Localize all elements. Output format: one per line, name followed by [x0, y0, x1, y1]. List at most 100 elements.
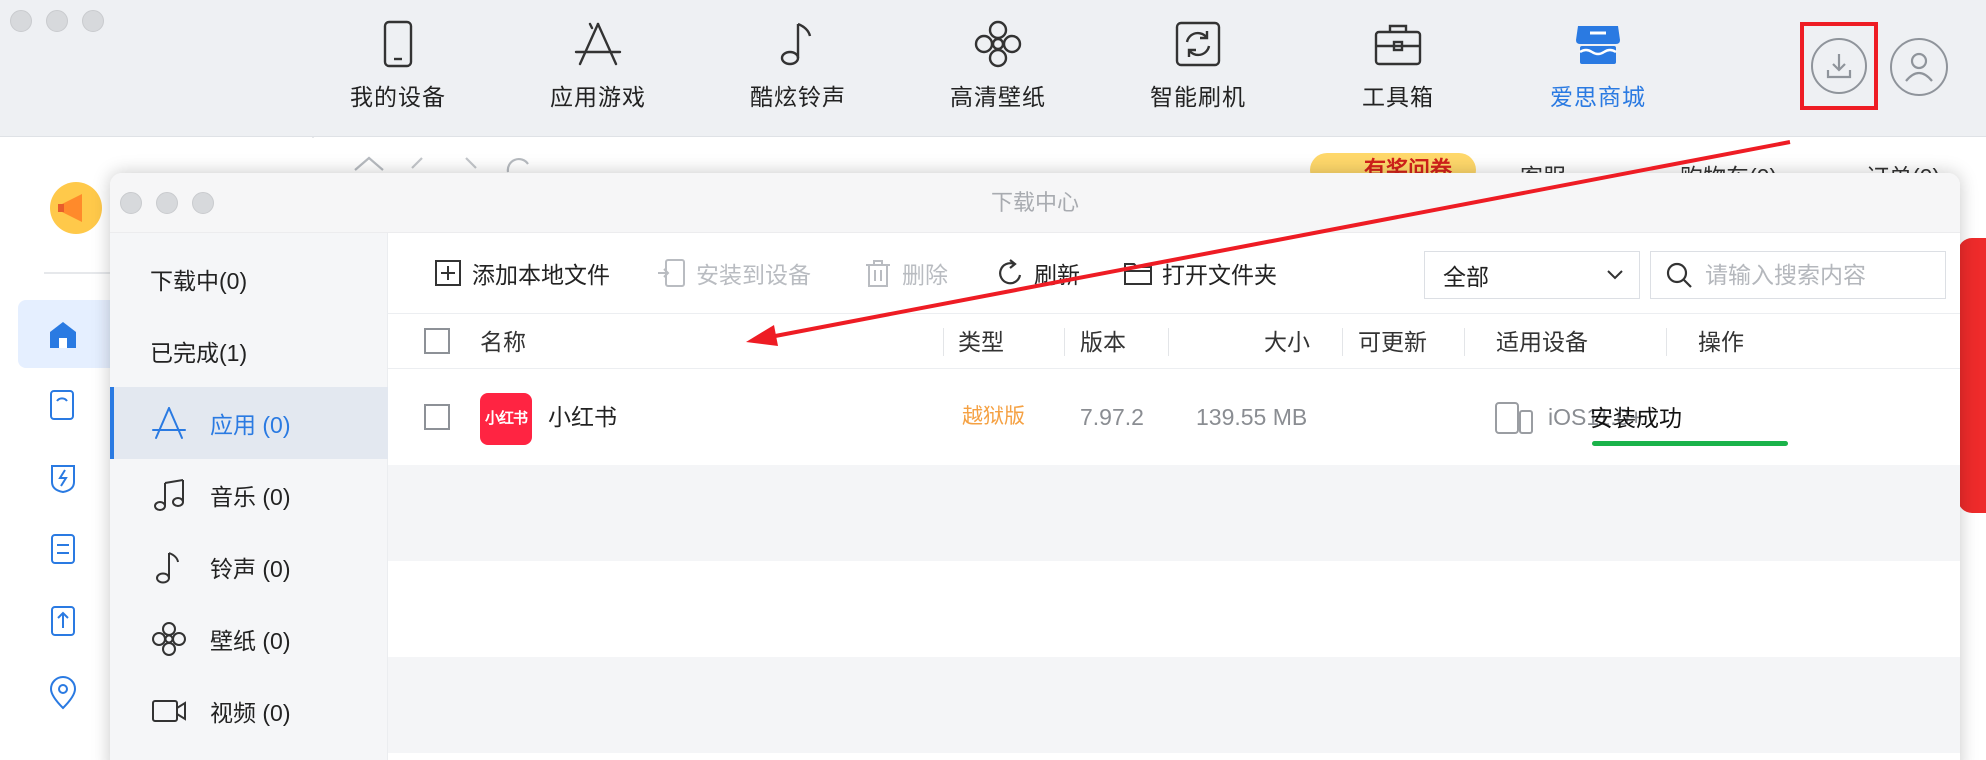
app-store-icon	[152, 407, 186, 439]
nav-ringtones[interactable]: 酷炫铃声	[718, 18, 878, 112]
refresh-button[interactable]: 刷新	[994, 233, 1080, 313]
dialog-title-bar: 下载中心	[110, 173, 1960, 233]
search-box	[1650, 251, 1946, 299]
column-divider	[1168, 328, 1169, 356]
download-center-dialog: 下载中心 下载中(0) 已完成(1) 应用 (0) 音乐 (0) 铃声 (0) …	[110, 173, 1960, 760]
sidebar-item-music[interactable]: 音乐 (0)	[110, 459, 388, 531]
music-icon	[154, 479, 184, 511]
sidebar-item-label: 应用 (0)	[210, 412, 291, 438]
download-sidebar: 下载中(0) 已完成(1) 应用 (0) 音乐 (0) 铃声 (0) 壁纸 (0…	[110, 233, 388, 760]
column-header-action[interactable]: 操作	[1698, 314, 1744, 370]
nav-smart-flash[interactable]: 智能刷机	[1118, 18, 1278, 112]
music-note-icon	[780, 22, 812, 66]
chevron-down-icon	[1607, 270, 1623, 280]
sidebar-item-downloading[interactable]: 下载中(0)	[110, 243, 388, 315]
table-row-empty	[388, 465, 1960, 561]
install-to-device-label: 安装到设备	[696, 262, 811, 288]
main-toolbar: 我的设备 应用游戏 酷炫铃声 高清壁纸 智能刷机 工具箱 爱思商城	[0, 0, 1986, 137]
dialog-minimize-button[interactable]	[156, 192, 178, 214]
minimize-window-button[interactable]	[46, 10, 68, 32]
dialog-close-button[interactable]	[120, 192, 142, 214]
download-center-button[interactable]	[1800, 22, 1878, 110]
app-version: 7.97.2	[1080, 404, 1144, 430]
column-divider	[943, 328, 944, 356]
user-account-button[interactable]	[1890, 38, 1948, 96]
toolbox-icon	[1374, 24, 1422, 66]
app-name: 小红书	[548, 404, 617, 430]
music-note-icon	[156, 552, 179, 584]
swap-icon[interactable]	[46, 532, 80, 566]
column-divider	[1464, 328, 1465, 356]
column-header-version[interactable]: 版本	[1080, 314, 1126, 370]
install-progress-fill	[1592, 441, 1788, 446]
battery-shield-icon[interactable]	[46, 460, 80, 494]
delete-button[interactable]: 删除	[862, 233, 948, 313]
sidebar-item-label: 壁纸 (0)	[210, 628, 291, 654]
phone-icon	[383, 20, 413, 68]
zoom-window-button[interactable]	[82, 10, 104, 32]
dialog-zoom-button[interactable]	[192, 192, 214, 214]
nav-label: 爱思商城	[1550, 84, 1646, 110]
dialog-title: 下载中心	[990, 190, 1079, 215]
install-status: 安装成功	[1590, 405, 1682, 431]
column-divider	[1666, 328, 1667, 356]
table-row[interactable]: 小红书 小红书 越狱版 7.97.2 139.55 MB iOS11.0+ 安装…	[388, 369, 1960, 465]
nav-label: 高清壁纸	[950, 84, 1046, 110]
add-local-file-label: 添加本地文件	[472, 262, 610, 288]
add-local-file-button[interactable]: 添加本地文件	[432, 233, 610, 313]
nav-apps-games[interactable]: 应用游戏	[518, 18, 678, 112]
install-icon	[658, 259, 685, 287]
bg-side-banner[interactable]	[1958, 238, 1986, 513]
nav-my-device[interactable]: 我的设备	[318, 18, 478, 112]
megaphone-icon	[50, 182, 102, 234]
column-header-updatable[interactable]: 可更新	[1358, 314, 1427, 370]
app-store-icon	[574, 22, 622, 66]
column-header-size[interactable]: 大小	[1264, 314, 1310, 370]
nav-label: 智能刷机	[1150, 84, 1246, 110]
sidebar-item-label: 已完成(1)	[150, 340, 248, 366]
nav-label: 工具箱	[1362, 84, 1434, 110]
sidebar-item-videos[interactable]: 视频 (0)	[110, 675, 388, 747]
nav-toolbox[interactable]: 工具箱	[1318, 18, 1478, 112]
location-icon[interactable]	[46, 676, 80, 710]
refresh-icon	[999, 259, 1022, 285]
app-size: 139.55 MB	[1196, 404, 1308, 430]
open-folder-button[interactable]: 打开文件夹	[1122, 233, 1277, 313]
select-all-checkbox[interactable]	[424, 328, 450, 354]
column-header-type[interactable]: 类型	[958, 314, 1004, 370]
table-header: 名称 类型 版本 大小 可更新 适用设备 操作	[388, 313, 1960, 369]
column-header-device[interactable]: 适用设备	[1496, 314, 1588, 370]
refresh-box-icon	[1175, 21, 1221, 67]
plus-box-icon	[435, 260, 461, 286]
window-controls	[10, 10, 104, 32]
sidebar-item-label: 铃声 (0)	[210, 556, 291, 582]
install-to-device-button[interactable]: 安装到设备	[656, 233, 811, 313]
upload-icon[interactable]	[46, 604, 80, 638]
nav-label: 酷炫铃声	[750, 84, 846, 110]
row-checkbox[interactable]	[424, 404, 450, 430]
sidebar-item-label: 视频 (0)	[210, 700, 291, 726]
nav-store[interactable]: 爱思商城	[1518, 18, 1678, 112]
transfer-icon[interactable]	[46, 388, 80, 422]
close-window-button[interactable]	[10, 10, 32, 32]
table-row-empty	[388, 561, 1960, 657]
home-icon	[50, 322, 76, 348]
sidebar-item-completed[interactable]: 已完成(1)	[110, 315, 388, 387]
sidebar-item-apps[interactable]: 应用 (0)	[110, 387, 388, 459]
folder-icon	[1124, 263, 1152, 285]
column-divider	[1064, 328, 1065, 356]
install-progress-bar	[1592, 441, 1788, 446]
table-row-empty	[388, 657, 1960, 753]
app-type: 越狱版	[962, 405, 1025, 428]
nav-label: 我的设备	[350, 84, 446, 110]
search-input[interactable]	[1705, 261, 1925, 289]
filter-dropdown[interactable]: 全部	[1424, 251, 1640, 299]
user-icon	[1905, 52, 1933, 82]
nav-wallpapers[interactable]: 高清壁纸	[918, 18, 1078, 112]
sidebar-item-ringtones[interactable]: 铃声 (0)	[110, 531, 388, 603]
video-icon	[152, 700, 186, 722]
sidebar-item-label: 下载中(0)	[150, 268, 248, 294]
sidebar-item-wallpapers[interactable]: 壁纸 (0)	[110, 603, 388, 675]
column-header-name[interactable]: 名称	[480, 314, 526, 370]
filter-selected-value: 全部	[1443, 264, 1489, 290]
